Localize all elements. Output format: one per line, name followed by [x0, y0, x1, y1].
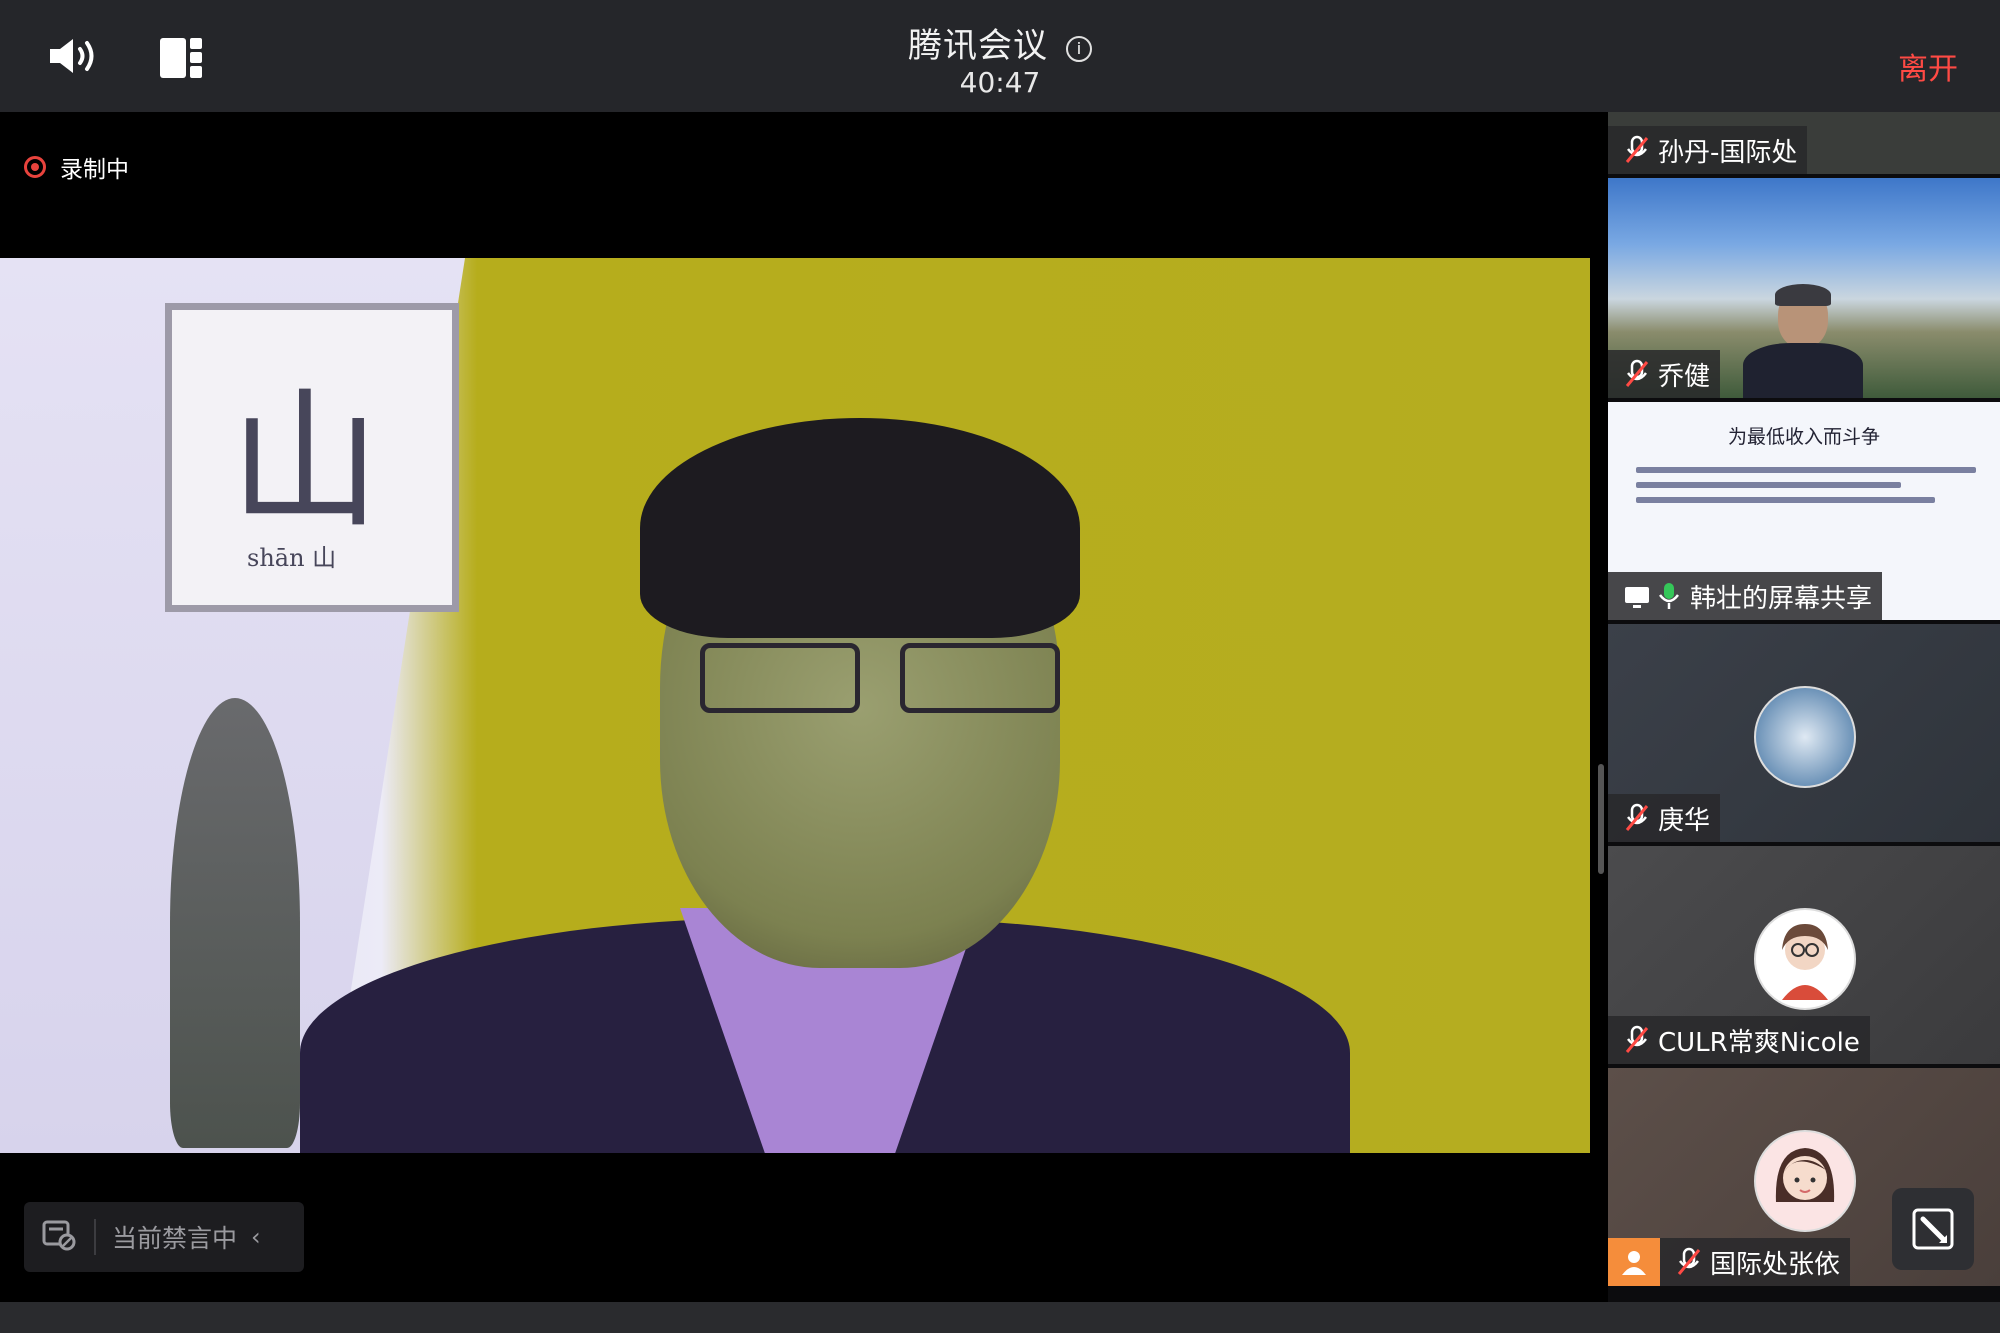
recording-label: 录制中 [60, 157, 129, 183]
bottom-toolbar-edge [0, 1302, 2000, 1333]
mic-muted-icon [1624, 803, 1650, 833]
participant-avatar [1754, 1130, 1856, 1232]
speaker-hair [640, 418, 1080, 638]
info-icon[interactable]: i [1066, 35, 1092, 62]
participant-name-tag: 乔健 [1608, 350, 1721, 398]
chevron-left-icon[interactable]: ‹ [251, 1223, 261, 1251]
participant-name: 孙丹-国际处 [1658, 137, 1798, 168]
participant-name-tag: CULR常爽Nicole [1608, 1016, 1870, 1064]
speaker-glasses [700, 643, 1080, 713]
participant-avatar [1754, 908, 1856, 1010]
participant-name: 庚华 [1658, 805, 1711, 836]
plant [170, 698, 300, 1148]
participant-name: 国际处张依 [1710, 1249, 1841, 1280]
mic-muted-icon [1676, 1247, 1702, 1277]
muted-settings-icon [42, 1219, 76, 1255]
participant-name-tag: 庚华 [1608, 794, 1721, 842]
top-bar: 腾讯会议 i 40:47 离开 [0, 0, 2000, 112]
screen-share-icon [1624, 581, 1650, 611]
meeting-title: 腾讯会议 [908, 26, 1048, 66]
recording-indicator: 录制中 [24, 150, 129, 184]
screen-share-tile[interactable]: 为最低收入而斗争 韩壮的屏幕共享 [1608, 402, 2000, 620]
mic-active-icon [1656, 581, 1682, 611]
annotate-button[interactable] [1892, 1188, 1974, 1270]
meeting-title-group: 腾讯会议 i [0, 18, 2000, 67]
meeting-timer: 40:47 [959, 66, 1041, 99]
mute-status-bar[interactable]: 当前禁言中 ‹ [24, 1202, 304, 1272]
participant-avatar [1754, 686, 1856, 788]
participant-name: 乔健 [1658, 361, 1711, 392]
slide-title: 为最低收入而斗争 [1727, 426, 1880, 448]
participant-tile[interactable]: CULR常爽Nicole [1608, 846, 2000, 1064]
scroll-handle[interactable] [1598, 764, 1604, 874]
mic-muted-icon [1624, 359, 1650, 389]
leave-button[interactable]: 离开 [1898, 44, 1958, 88]
participant-panel: 孙丹-国际处 乔健 为最低收入而斗争 韩壮的屏幕共享 庚华 CULR常爽Nico… [1608, 112, 2000, 1302]
participant-video [1743, 284, 1863, 398]
main-video-area: 录制中 山 shān 山 当前禁言中 ‹ [0, 112, 1608, 1302]
participant-tile[interactable]: 庚华 [1608, 624, 2000, 842]
speaker-video[interactable]: 山 shān 山 [0, 258, 1590, 1153]
muted-label: 当前禁言中 [112, 1224, 238, 1253]
mic-muted-icon [1624, 1025, 1650, 1055]
record-icon [24, 156, 46, 178]
mic-muted-icon [1624, 135, 1650, 165]
edit-icon [1912, 1208, 1954, 1250]
participant-name-tag: 韩壮的屏幕共享 [1608, 572, 1883, 620]
slide-bullets [1636, 458, 1976, 512]
user-icon [1608, 1238, 1660, 1286]
participant-name: 韩壮的屏幕共享 [1690, 583, 1873, 614]
participant-name-tag: 国际处张依 [1660, 1238, 1851, 1286]
participant-tile[interactable]: 孙丹-国际处 [1608, 112, 2000, 174]
participant-tile[interactable]: 乔健 [1608, 178, 2000, 398]
divider [94, 1219, 96, 1255]
speaker-person [300, 388, 1350, 1153]
participant-name-tag: 孙丹-国际处 [1608, 126, 1808, 174]
participant-name: CULR常爽Nicole [1658, 1027, 1860, 1058]
